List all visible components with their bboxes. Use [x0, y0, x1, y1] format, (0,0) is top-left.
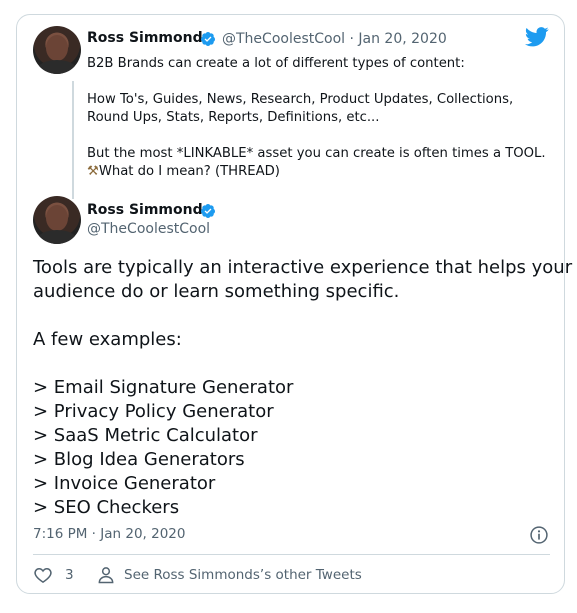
- profile-link[interactable]: See Ross Simmonds’s other Tweets: [96, 565, 362, 585]
- tweet-text-line: > Email Signature Generator: [33, 377, 294, 398]
- quoted-text-line: [87, 127, 557, 145]
- verified-badge-icon: [200, 204, 215, 218]
- author-avatar[interactable]: [33, 196, 81, 244]
- tweet-text-line: A few examples:: [33, 329, 182, 350]
- quoted-text-line: But the most *LINKABLE* asset you can cr…: [87, 146, 546, 161]
- like-button[interactable]: 3: [33, 565, 74, 585]
- quoted-handle[interactable]: @TheCoolestCool: [222, 31, 345, 47]
- person-icon: [98, 567, 114, 584]
- tweet-text-line: > Privacy Policy Generator: [33, 401, 274, 422]
- hammer-pick-emoji: ⚒: [87, 164, 99, 179]
- author-name[interactable]: Ross Simmonds: [87, 202, 211, 218]
- quoted-text-line: What do I mean? (THREAD): [98, 164, 280, 179]
- like-count: 3: [65, 567, 74, 583]
- tweet-text-line: > SaaS Metric Calculator: [33, 425, 258, 446]
- tweet-text-line: [33, 352, 553, 376]
- quoted-text-line: B2B Brands can create a lot of different…: [87, 56, 465, 71]
- profile-link-label: See Ross Simmonds’s other Tweets: [124, 567, 362, 583]
- info-icon[interactable]: [529, 525, 549, 545]
- quoted-text-line: How To's, Guides, News, Research, Produc…: [87, 92, 514, 107]
- tweet-text-line: > Invoice Generator: [33, 473, 216, 494]
- quoted-tweet-text: B2B Brands can create a lot of different…: [87, 55, 557, 181]
- tweet-text-line: [33, 304, 553, 328]
- divider: [33, 554, 550, 555]
- tweet-text: Tools are typically an interactive exper…: [33, 256, 573, 520]
- twitter-bird-icon[interactable]: [525, 27, 549, 47]
- quoted-date[interactable]: Jan 20, 2020: [358, 31, 446, 47]
- verified-badge-icon: [200, 32, 215, 46]
- quoted-text-line-last: ⚒What do I mean? (THREAD): [87, 163, 557, 181]
- tweet-text-line: Tools are typically an interactive exper…: [33, 257, 573, 278]
- tweet-text-line: audience do or learn something specific.: [33, 281, 400, 302]
- tweet-text-line: > Blog Idea Generators: [33, 449, 245, 470]
- quoted-text-line: Round Ups, Stats, Reports, Definitions, …: [87, 110, 380, 125]
- quoted-author-name[interactable]: Ross Simmonds: [87, 30, 211, 46]
- heart-icon: [34, 567, 52, 583]
- quoted-text-line: [87, 73, 557, 91]
- quoted-handle-date[interactable]: @TheCoolestCool · Jan 20, 2020: [222, 31, 447, 47]
- thread-connector-line: [72, 81, 74, 199]
- quoted-author-avatar[interactable]: [33, 26, 81, 74]
- tweet-timestamp[interactable]: 7:16 PM · Jan 20, 2020: [33, 526, 186, 542]
- separator: ·: [349, 31, 354, 47]
- tweet-text-line: > SEO Checkers: [33, 497, 180, 518]
- author-handle[interactable]: @TheCoolestCool: [87, 221, 210, 237]
- tweet-card: Ross Simmonds @TheCoolestCool · Jan 20, …: [16, 14, 573, 594]
